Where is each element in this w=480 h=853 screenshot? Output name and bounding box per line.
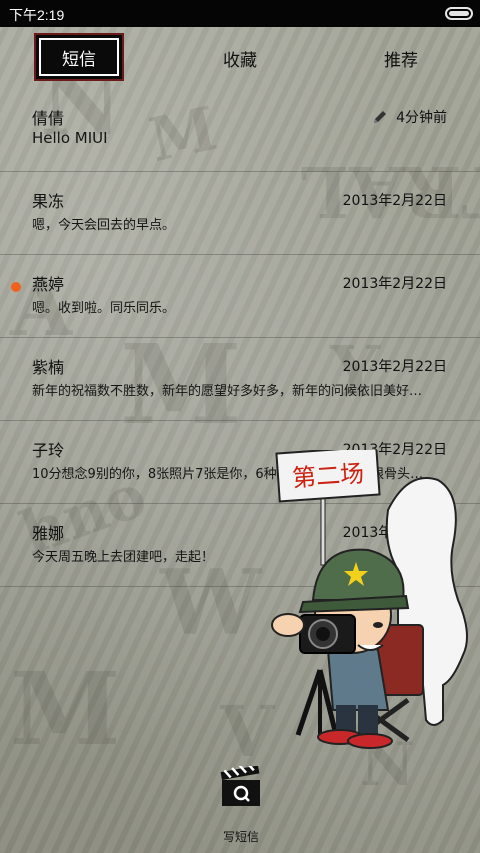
message-preview: 新年的祝福数不胜数，新年的愿望好多好多，新年的问候依旧美好… xyxy=(32,384,423,399)
unread-dot-icon xyxy=(11,282,21,292)
compose-button[interactable]: 写短信 xyxy=(210,764,272,846)
contact-name: 雅娜 xyxy=(32,524,65,543)
clapperboard-icon xyxy=(220,766,260,806)
message-time: 2013年2月22日 xyxy=(342,359,447,375)
message-preview: Hello MIUI xyxy=(32,129,108,147)
message-preview: 嗯，今天会回去的早点。 xyxy=(32,218,176,233)
contact-name: 燕婷 xyxy=(32,275,65,294)
conversation-row[interactable]: 果冻 嗯，今天会回去的早点。 2013年2月22日 xyxy=(0,172,480,255)
conversation-row[interactable]: 紫楠 新年的祝福数不胜数，新年的愿望好多好多，新年的问候依旧美好… 2013年2… xyxy=(0,338,480,421)
contact-name: 紫楠 xyxy=(32,358,65,377)
tab-recommended[interactable]: 推荐 xyxy=(366,27,436,89)
pencil-icon xyxy=(374,111,386,123)
contact-name: 果冻 xyxy=(32,192,65,211)
battery-icon xyxy=(445,7,473,20)
contact-name: 倩倩 xyxy=(32,109,65,128)
tab-favorites[interactable]: 收藏 xyxy=(205,27,275,89)
conversation-row[interactable]: 倩倩 Hello MIUI 4分钟前 xyxy=(0,89,480,172)
conversation-row[interactable]: 燕婷 嗯。收到啦。同乐同乐。 2013年2月22日 xyxy=(0,255,480,338)
cartoon-cameraman-illustration: 第二场 xyxy=(271,450,468,749)
tab-bar: 短信 收藏 推荐 xyxy=(0,27,480,89)
message-time: 2013年2月22日 xyxy=(342,193,447,209)
tab-messages[interactable]: 短信 xyxy=(34,33,124,81)
message-preview: 嗯。收到啦。同乐同乐。 xyxy=(32,301,176,316)
status-time: 下午2:19 xyxy=(9,7,65,23)
message-time: 2013年2月22日 xyxy=(342,276,447,292)
contact-name: 子玲 xyxy=(32,441,65,460)
status-bar: 下午2:19 xyxy=(0,0,480,27)
sign-text: 第二场 xyxy=(291,460,365,493)
compose-label: 写短信 xyxy=(222,830,259,844)
message-time: 4分钟前 xyxy=(396,110,447,126)
